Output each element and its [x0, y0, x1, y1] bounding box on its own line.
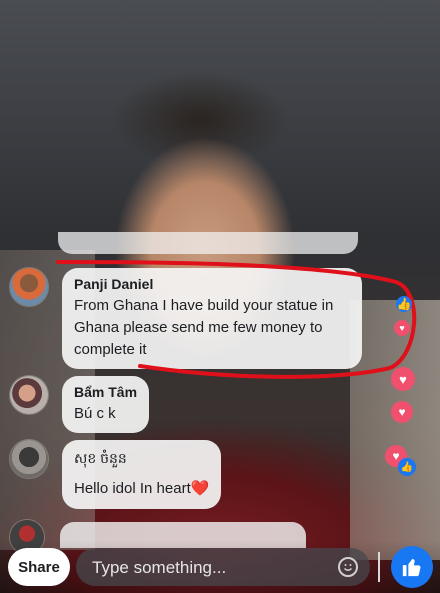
comment-text: Bú c k: [74, 405, 116, 422]
avatar[interactable]: [10, 376, 48, 414]
share-button[interactable]: Share: [8, 548, 70, 586]
avatar[interactable]: [10, 440, 48, 478]
comment-bubble: Bẩm Tâm Bú c k: [62, 376, 150, 433]
comment-input[interactable]: [90, 548, 334, 588]
emoji-icon[interactable]: [338, 557, 358, 577]
heart-icon: ♥: [391, 401, 413, 423]
comment-text: Hello idol In heart❤️: [74, 480, 210, 497]
smiley-glyph: [344, 564, 352, 571]
heart-icon: ♥: [391, 367, 415, 391]
previous-comment-bubble: [58, 232, 358, 254]
like-button[interactable]: [391, 546, 433, 588]
comment-input-wrapper: [76, 548, 370, 588]
comment-bubble: សុខ ចំនួន Hello idol In heart❤️: [62, 440, 222, 509]
thumbs-up-icon: [402, 558, 421, 577]
comment-author[interactable]: Panji Daniel: [74, 276, 350, 292]
comment-text: From Ghana I have build your statue in G…: [74, 297, 334, 358]
composer-divider: [378, 552, 380, 582]
like-icon: 👍: [396, 296, 412, 312]
comment-item: Panji Daniel From Ghana I have build you…: [10, 268, 362, 369]
like-icon: 👍: [398, 458, 416, 476]
car-seat-right: [350, 300, 440, 560]
comment-bubble: Panji Daniel From Ghana I have build you…: [62, 268, 362, 369]
avatar[interactable]: [10, 268, 48, 306]
comment-item: សុខ ចំនួន Hello idol In heart❤️: [10, 440, 222, 509]
comment-item: Bẩm Tâm Bú c k: [10, 376, 150, 433]
heart-icon: ♥: [394, 320, 410, 336]
comment-author[interactable]: Bẩm Tâm: [74, 384, 137, 400]
comment-author[interactable]: សុខ ចំនួន: [74, 449, 209, 470]
